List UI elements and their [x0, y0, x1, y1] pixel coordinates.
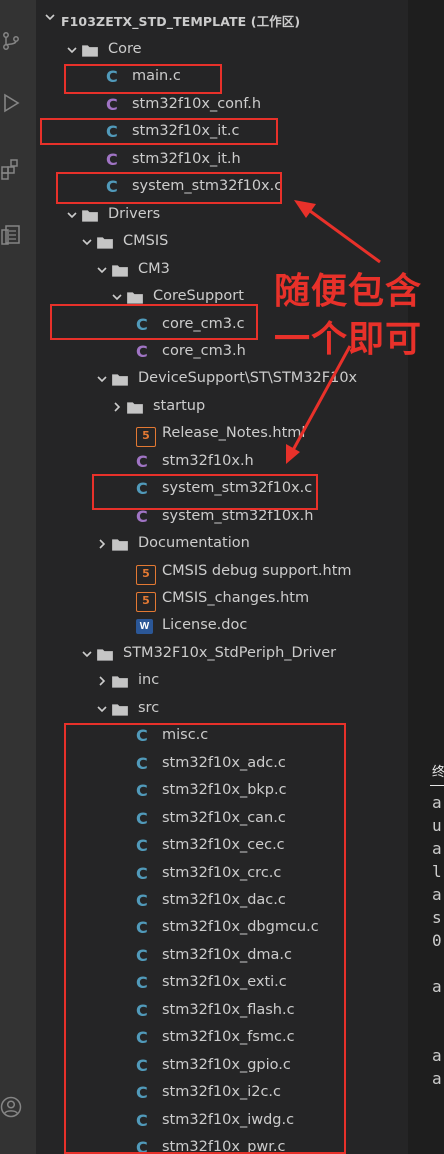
annotation-text-line1: 随便包含 — [274, 271, 423, 312]
annotation-arrows — [286, 200, 381, 464]
annotation-text-line2: 一个即可 — [274, 319, 423, 360]
